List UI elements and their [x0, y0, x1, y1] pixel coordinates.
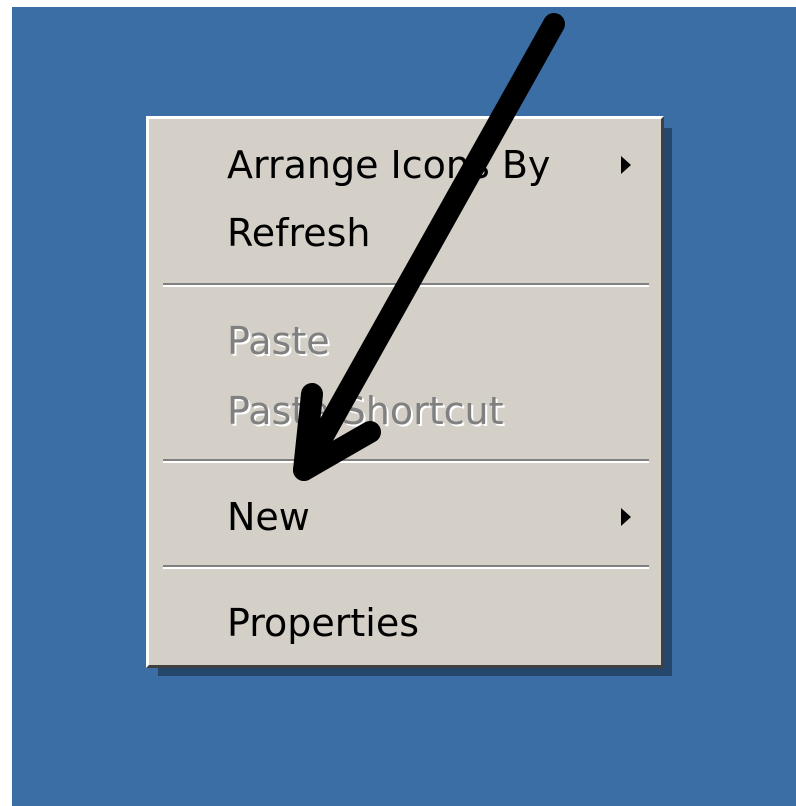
menu-item-properties[interactable]: Properties [149, 593, 661, 653]
menu-item-label: Paste Shortcut [227, 389, 504, 433]
menu-item-label: Refresh [227, 211, 371, 255]
submenu-arrow-icon [621, 156, 631, 174]
menu-item-label: Paste [227, 319, 330, 363]
menu-item-paste-shortcut: Paste Shortcut [149, 381, 661, 441]
desktop-context-menu: Arrange Icons By Refresh Paste Paste Sho… [146, 116, 664, 668]
submenu-arrow-icon [621, 508, 631, 526]
menu-item-refresh[interactable]: Refresh [149, 203, 661, 263]
menu-item-paste: Paste [149, 311, 661, 371]
menu-item-label: New [227, 495, 310, 539]
menu-item-arrange-icons-by[interactable]: Arrange Icons By [149, 135, 661, 195]
menu-item-new[interactable]: New [149, 487, 661, 547]
menu-item-label: Properties [227, 601, 420, 645]
menu-separator [163, 565, 649, 569]
menu-separator [163, 283, 649, 287]
menu-separator [163, 459, 649, 463]
menu-item-label: Arrange Icons By [227, 143, 551, 187]
